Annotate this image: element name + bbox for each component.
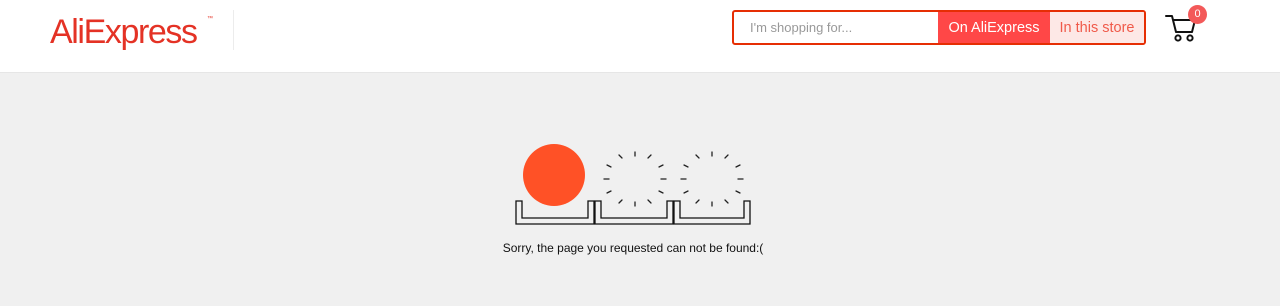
orange-ball-icon [523,144,585,206]
sparkle-icon [603,151,667,207]
search-on-aliexpress-button[interactable]: On AliExpress [938,12,1050,43]
header-divider [233,10,234,50]
aliexpress-logo[interactable]: AliExpress [50,12,198,52]
error-page-content: Sorry, the page you requested can not be… [0,73,1280,306]
site-header: AliExpress ™ On AliExpress In this store… [0,0,1280,73]
search-bar: On AliExpress In this store [732,10,1146,45]
search-input[interactable] [734,12,938,43]
logo-trademark: ™ [207,16,213,22]
search-in-store-button[interactable]: In this store [1050,12,1144,43]
cart-count-badge: 0 [1188,5,1207,24]
not-found-illustration [515,144,751,225]
not-found-message: Sorry, the page you requested can not be… [502,241,764,255]
cart-button[interactable]: 0 [1164,5,1207,44]
sparkle-icon [680,151,744,207]
